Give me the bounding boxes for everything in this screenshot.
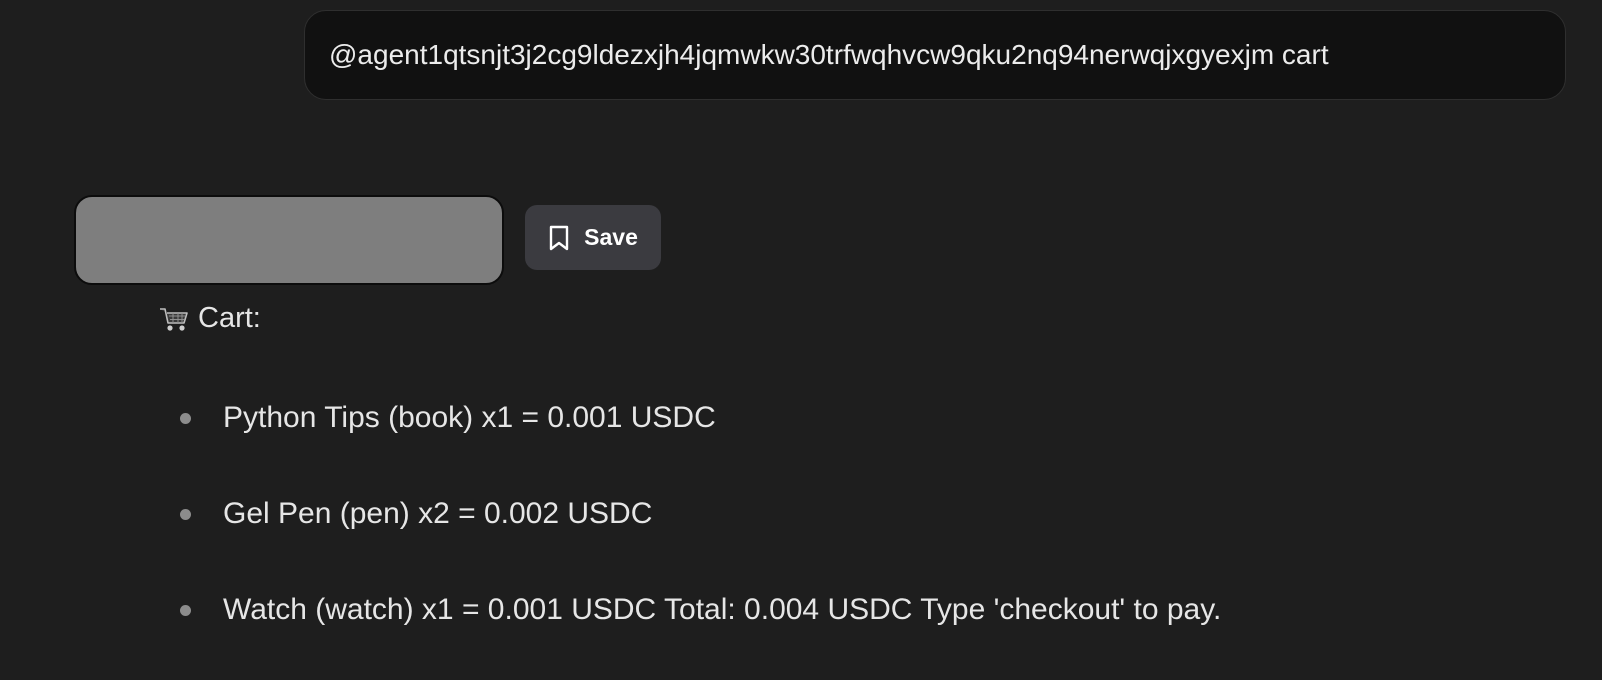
save-button-label: Save xyxy=(584,224,638,250)
cart-item: Watch (watch) x1 = 0.001 USDC Total: 0.0… xyxy=(180,588,1221,632)
cart-item: Gel Pen (pen) x2 = 0.002 USDC xyxy=(180,492,652,536)
bullet xyxy=(180,604,191,616)
cart-item-text: Gel Pen (pen) x2 = 0.002 USDC xyxy=(223,497,653,530)
cart-item-text: Watch (watch) x1 = 0.001 USDC Total: 0.0… xyxy=(223,593,1222,626)
image-placeholder xyxy=(74,195,504,285)
cart-heading-label: Cart: xyxy=(198,301,261,334)
bookmark-icon xyxy=(549,225,569,250)
cart-item-text: Python Tips (book) x1 = 0.001 USDC xyxy=(223,401,716,434)
bullet xyxy=(180,412,191,424)
bullet xyxy=(180,508,191,520)
cart-heading: Cart: xyxy=(158,298,261,338)
assistant-message: Save Cart: Python Tips (book) x1 = 0.001… xyxy=(0,0,1602,680)
shopping-cart-icon xyxy=(160,308,188,331)
cart-item: Python Tips (book) x1 = 0.001 USDC xyxy=(180,396,716,440)
save-button[interactable]: Save xyxy=(525,205,661,270)
